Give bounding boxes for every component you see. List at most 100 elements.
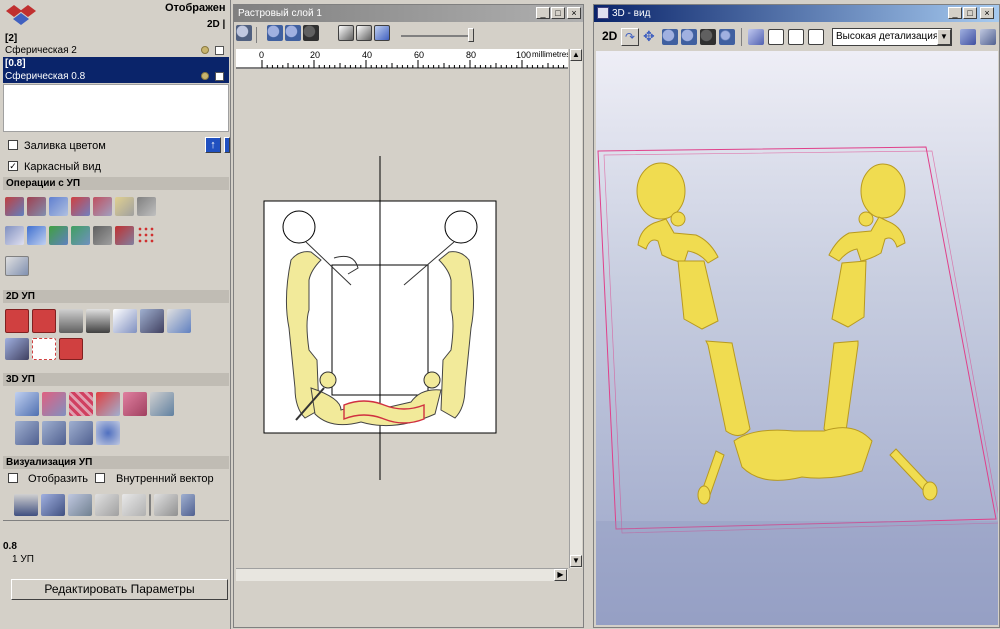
wireframe-checkbox[interactable]: ✓ — [8, 161, 18, 171]
close-button[interactable]: × — [567, 7, 581, 19]
raster-layer-window[interactable]: Растровый слой 1 _ □ × 0 20 40 60 80 100… — [233, 4, 584, 628]
maximize-button[interactable]: □ — [963, 7, 977, 19]
layer-visibility-checkbox[interactable] — [215, 72, 224, 81]
move-down-button[interactable] — [224, 137, 230, 153]
op-icon[interactable] — [27, 197, 46, 216]
3d-op-icon[interactable] — [69, 392, 93, 416]
3d-op-icon[interactable] — [42, 392, 66, 416]
layer-color-icon[interactable] — [201, 72, 209, 80]
detail-level-select[interactable]: Высокая детализация ▼ — [832, 28, 952, 46]
3d-op-icon[interactable] — [15, 392, 39, 416]
3d-view-window[interactable]: 3D - вид _ □ × 2D ↷ ✥ Высокая детализаци… — [593, 4, 1000, 628]
minimize-button[interactable]: _ — [948, 7, 962, 19]
op-icon[interactable] — [137, 197, 156, 216]
nest-icon[interactable] — [32, 338, 56, 360]
zoom-out-icon[interactable] — [681, 29, 697, 45]
layer-item-spherical-2[interactable]: Сферическая 2 — [3, 44, 229, 57]
3d-op-icon[interactable] — [69, 421, 93, 445]
layer-visibility-checkbox[interactable] — [215, 46, 224, 55]
op-icon[interactable] — [5, 197, 24, 216]
texture-icon[interactable] — [5, 338, 29, 360]
vis-icon[interactable] — [68, 494, 92, 516]
contrast-slider[interactable] — [401, 35, 471, 37]
pan-left-icon[interactable] — [338, 25, 355, 41]
op-icon[interactable] — [27, 226, 46, 245]
3d-op-icon[interactable] — [15, 421, 39, 445]
op-icon[interactable] — [115, 197, 134, 216]
3d-op-icon[interactable] — [42, 421, 66, 445]
slider-thumb[interactable] — [468, 28, 474, 42]
section-header-ops[interactable]: Операции с УП — [3, 177, 229, 190]
op-icon[interactable] — [5, 226, 24, 245]
iso-view-icon[interactable] — [748, 29, 764, 45]
view-mode-tab[interactable]: 2D | — [207, 19, 225, 30]
edit-parameters-button[interactable]: Редактировать Параметры — [11, 579, 228, 600]
vis-icon[interactable] — [95, 494, 119, 516]
spiral-icon[interactable] — [167, 309, 191, 333]
front-view-icon[interactable] — [768, 29, 784, 45]
move-up-button[interactable]: ↑ — [205, 137, 221, 153]
rotate-icon[interactable]: ↷ — [621, 28, 639, 46]
3d-op-icon[interactable] — [96, 392, 120, 416]
zoom-window-icon[interactable] — [700, 29, 716, 45]
inner-vector-checkbox[interactable] — [95, 473, 105, 483]
op-icon[interactable] — [5, 256, 29, 276]
3d-viewport[interactable] — [596, 51, 998, 625]
op-icon[interactable] — [115, 226, 134, 245]
vis-icon[interactable] — [41, 494, 65, 516]
op-icon[interactable] — [49, 226, 68, 245]
vis-icon[interactable] — [181, 494, 195, 516]
vertical-scrollbar[interactable]: ▲ ▼ — [569, 49, 582, 568]
layer-color-icon[interactable] — [201, 46, 209, 54]
op-icon[interactable] — [93, 226, 112, 245]
scroll-right-button[interactable]: ▶ — [554, 569, 567, 581]
zoom-out-icon[interactable] — [285, 25, 302, 41]
pan-right-icon[interactable] — [356, 25, 373, 41]
minimize-button[interactable]: _ — [536, 7, 550, 19]
fill-color-checkbox[interactable] — [8, 140, 18, 150]
op-icon[interactable] — [137, 226, 156, 245]
zoom-in-icon[interactable] — [662, 29, 678, 45]
show-toolpath-checkbox[interactable] — [8, 473, 18, 483]
section-header-2d[interactable]: 2D УП — [3, 290, 229, 303]
top-view-icon[interactable] — [808, 29, 824, 45]
section-header-3d[interactable]: 3D УП — [3, 373, 229, 386]
3d-op-icon[interactable] — [150, 392, 174, 416]
side-view-icon[interactable] — [788, 29, 804, 45]
zoom-fit-icon[interactable] — [236, 25, 252, 41]
raster-window-titlebar[interactable]: Растровый слой 1 _ □ × — [234, 5, 583, 22]
op-icon[interactable] — [93, 197, 112, 216]
3d-window-titlebar[interactable]: 3D - вид _ □ × — [594, 5, 999, 22]
zoom-in-icon[interactable] — [267, 25, 284, 41]
pocket-icon[interactable] — [86, 309, 110, 333]
horizontal-scrollbar[interactable]: ▶ — [236, 568, 568, 581]
scroll-down-button[interactable]: ▼ — [570, 555, 582, 567]
settings-icon[interactable] — [980, 29, 996, 45]
engrave-tt-icon[interactable] — [32, 309, 56, 333]
section-header-vis[interactable]: Визуализация УП — [3, 456, 229, 469]
vis-icon[interactable] — [154, 494, 178, 516]
close-button[interactable]: × — [980, 7, 994, 19]
op-icon[interactable] — [49, 197, 68, 216]
chevron-down-icon[interactable]: ▼ — [937, 29, 951, 45]
op-icon[interactable] — [71, 226, 90, 245]
op-icon[interactable] — [71, 197, 90, 216]
zoom-window-icon[interactable] — [303, 25, 320, 41]
drill-icon[interactable] — [140, 309, 164, 333]
pan-icon[interactable]: ✥ — [643, 29, 655, 43]
drill-text-icon[interactable] — [113, 309, 137, 333]
vis-icon[interactable] — [122, 494, 146, 516]
mode-2d-button[interactable]: 2D — [602, 29, 617, 43]
render-icon[interactable] — [960, 29, 976, 45]
3d-op-icon[interactable] — [96, 421, 120, 445]
maximize-button[interactable]: □ — [551, 7, 565, 19]
view-icon[interactable] — [374, 25, 391, 41]
zoom-fit-icon[interactable] — [719, 29, 735, 45]
3d-op-icon[interactable] — [123, 392, 147, 416]
scroll-up-button[interactable]: ▲ — [570, 49, 582, 61]
engrave-t-icon[interactable] — [5, 309, 29, 333]
profile-icon[interactable] — [59, 309, 83, 333]
vis-icon[interactable] — [14, 494, 38, 516]
layer-item-spherical-0-8[interactable]: Сферическая 0.8 — [3, 70, 229, 83]
raster-canvas[interactable] — [236, 70, 568, 568]
